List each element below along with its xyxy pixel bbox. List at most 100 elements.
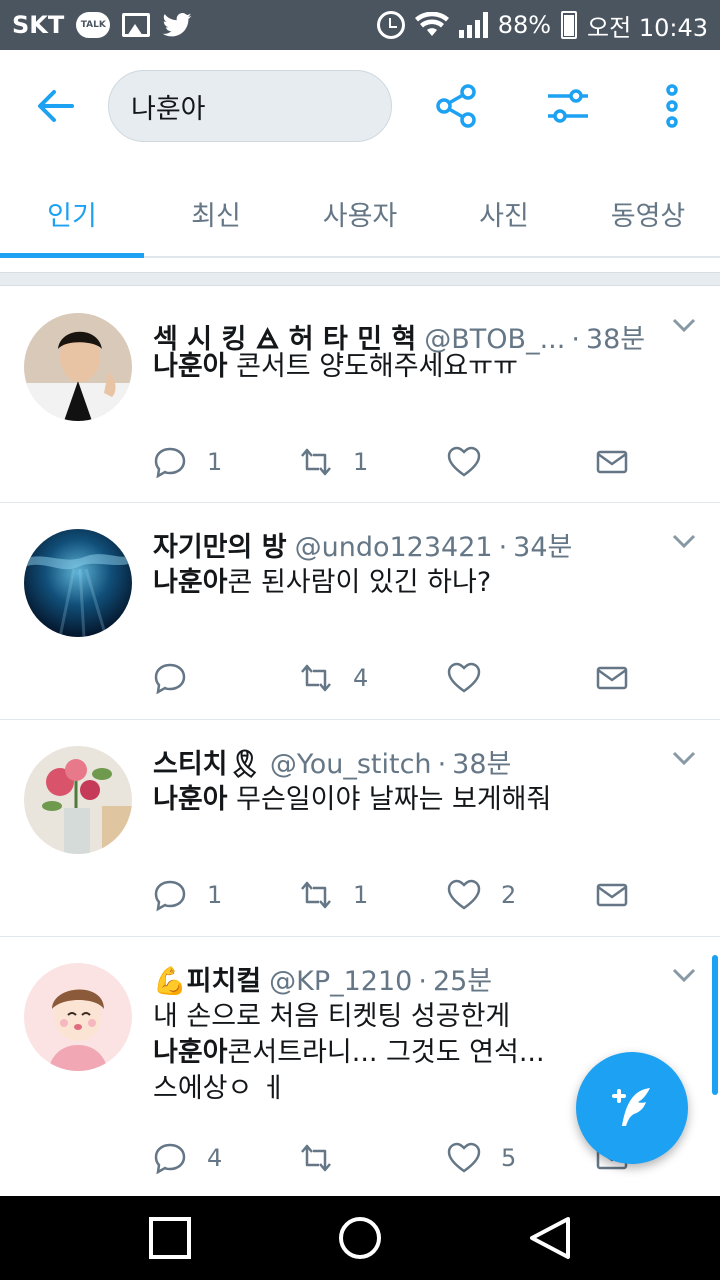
retweet-count: 4	[353, 664, 369, 692]
search-input[interactable]: 나훈아	[108, 70, 392, 142]
back-arrow-icon[interactable]	[36, 86, 76, 126]
tweet-text: 내 손으로 처음 티켓팅 성공한게 나훈아콘서트라니... 그것도 연석... …	[153, 999, 583, 1107]
recent-apps-icon[interactable]	[148, 1216, 192, 1260]
tab-videos[interactable]: 동영상	[576, 160, 720, 256]
direct-message-button[interactable]	[595, 661, 629, 695]
reply-count: 1	[207, 881, 223, 909]
tweet-time: 34분	[513, 532, 573, 563]
retweet-icon	[301, 448, 331, 476]
kakaotalk-icon: TALK	[76, 12, 111, 38]
twitter-icon	[162, 13, 192, 37]
retweet-icon	[301, 664, 331, 692]
tweet-text: 나훈아 콘서트 양도해주세요ㅠㅠ	[153, 349, 583, 385]
tweet-header: 자기만의 방 @undo123421 · 34분	[153, 525, 673, 564]
gallery-icon	[122, 13, 151, 37]
tab-top[interactable]: 인기	[0, 160, 144, 258]
tweet[interactable]: 섹 시 킹 🜁 허 타 민 혁 @BTOB_... · 38분 나훈아 콘서트 …	[0, 287, 720, 503]
keyword-highlight: 나훈아	[153, 351, 228, 382]
tab-latest[interactable]: 최신	[144, 160, 288, 256]
avatar[interactable]	[24, 313, 132, 421]
reply-icon	[154, 1143, 186, 1175]
retweet-button[interactable]: 4	[299, 661, 368, 695]
envelope-icon	[596, 666, 628, 690]
like-button[interactable]: 5	[447, 1141, 516, 1175]
retweet-count: 1	[353, 448, 369, 476]
reply-button[interactable]	[153, 661, 207, 695]
direct-message-button[interactable]	[595, 878, 629, 912]
filter-icon[interactable]	[546, 84, 590, 128]
scrollbar[interactable]	[712, 955, 718, 1095]
tweet-text: 나훈아콘 된사람이 있긴 하나?	[153, 565, 583, 601]
tab-photos[interactable]: 사진	[432, 160, 576, 256]
like-button[interactable]	[447, 445, 501, 479]
heart-icon	[447, 446, 481, 477]
like-count: 5	[501, 1144, 517, 1172]
reply-count: 4	[207, 1144, 223, 1172]
like-button[interactable]: 2	[447, 878, 516, 912]
retweet-button[interactable]: 1	[299, 878, 368, 912]
keyword-highlight: 나훈아	[153, 784, 228, 815]
tweet-time: 38분	[585, 324, 646, 355]
retweet-button[interactable]	[299, 1141, 353, 1175]
avatar[interactable]	[24, 746, 132, 854]
reply-button[interactable]: 1	[153, 445, 222, 479]
tweet-text: 나훈아 무슨일이야 날짜는 보게해줘	[153, 782, 583, 818]
retweet-button[interactable]: 1	[299, 445, 368, 479]
more-options-icon[interactable]	[650, 84, 694, 128]
envelope-icon	[596, 883, 628, 907]
tab-people[interactable]: 사용자	[288, 160, 432, 256]
tweet-text-line: 내 손으로 처음 티켓팅 성공한게	[153, 1001, 511, 1032]
tweet-actions: 4	[153, 661, 633, 701]
heart-icon	[447, 662, 481, 693]
signal-icon	[458, 12, 488, 38]
compose-feather-icon	[612, 1088, 650, 1126]
avatar[interactable]	[24, 963, 132, 1071]
tweet-actions: 1 1 2	[153, 878, 633, 918]
dot-separator: ·	[498, 532, 508, 563]
alarm-icon	[376, 11, 405, 39]
search-query: 나훈아	[131, 93, 206, 125]
chevron-down-icon[interactable]	[672, 533, 696, 549]
tweet-time: 25분	[432, 966, 493, 997]
keyword-highlight: 나훈아	[153, 567, 228, 598]
display-name[interactable]: 스티치🎗	[153, 742, 262, 781]
share-icon[interactable]	[434, 84, 478, 128]
compose-tweet-button[interactable]	[576, 1052, 688, 1164]
tweet-text-rest: 콘서트라니... 그것도 연석...	[227, 1037, 545, 1068]
reply-button[interactable]: 1	[153, 878, 222, 912]
tweet[interactable]: 스티치🎗 @You_stitch · 38분 나훈아 무슨일이야 날짜는 보게해…	[0, 720, 720, 937]
like-count: 2	[501, 881, 517, 909]
tweet-text-rest: 콘 된사람이 있긴 하나?	[227, 567, 492, 598]
chevron-down-icon[interactable]	[672, 750, 696, 766]
tweet-header: 💪피치컬 @KP_1210 · 25분	[153, 959, 673, 998]
tweet[interactable]: 자기만의 방 @undo123421 · 34분 나훈아콘 된사람이 있긴 하나…	[0, 503, 720, 720]
chevron-down-icon[interactable]	[672, 317, 696, 333]
tweet-text-line: 스에상ㅇ ㅔ	[153, 1073, 286, 1104]
back-icon[interactable]	[528, 1216, 572, 1260]
tweet-text-rest: 콘서트 양도해주세요ㅠㅠ	[227, 351, 518, 382]
avatar[interactable]	[24, 529, 132, 637]
system-navigation-bar	[0, 1196, 720, 1280]
battery-icon	[561, 11, 578, 39]
tweet-time: 38분	[452, 749, 512, 780]
direct-message-button[interactable]	[595, 445, 629, 479]
user-handle[interactable]: @KP_1210	[269, 966, 412, 997]
display-name[interactable]: 자기만의 방	[153, 525, 287, 564]
display-name[interactable]: 💪피치컬	[153, 959, 261, 998]
tweet-text-rest: 무슨일이야 날짜는 보게해줘	[227, 784, 552, 815]
retweet-icon	[301, 881, 331, 909]
user-handle[interactable]: @undo123421	[295, 532, 493, 563]
user-handle[interactable]: @You_stitch	[270, 749, 432, 780]
reply-icon	[154, 663, 186, 695]
keyword-highlight: 나훈아	[153, 1037, 228, 1068]
like-button[interactable]	[447, 661, 501, 695]
home-icon[interactable]	[338, 1216, 382, 1260]
dot-separator: ·	[418, 966, 427, 997]
search-tabs: 인기 최신 사용자 사진 동영상	[0, 160, 720, 258]
carrier-label: SKT	[12, 11, 65, 39]
tweet-header: 스티치🎗 @You_stitch · 38분	[153, 742, 673, 781]
chevron-down-icon[interactable]	[672, 967, 696, 983]
reply-button[interactable]: 4	[153, 1141, 222, 1175]
reply-icon	[154, 447, 186, 479]
tweet-actions: 4 5	[153, 1141, 633, 1181]
